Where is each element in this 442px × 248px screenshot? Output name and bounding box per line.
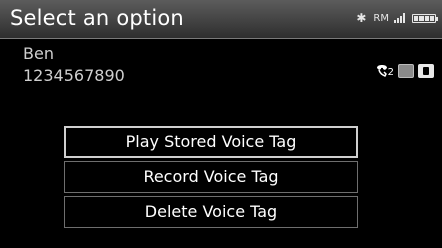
status-bar: ✱ RM bbox=[356, 11, 438, 25]
roaming-indicator: RM bbox=[373, 12, 389, 24]
play-voice-tag-button[interactable]: Play Stored Voice Tag bbox=[64, 126, 358, 158]
phone-line-number: 2 bbox=[387, 67, 394, 78]
record-voice-tag-button[interactable]: Record Voice Tag bbox=[64, 161, 358, 193]
battery-icon bbox=[412, 13, 438, 23]
title-bar: Select an option ✱ RM bbox=[0, 0, 442, 39]
contact-number: 1234567890 bbox=[23, 66, 125, 85]
bluetooth-icon: ✱ bbox=[356, 11, 367, 25]
signal-strength-icon bbox=[394, 13, 405, 23]
phone-handset-icon: 2 bbox=[375, 64, 394, 78]
phone-device-icon bbox=[418, 64, 434, 78]
page-title: Select an option bbox=[10, 6, 184, 30]
delete-voice-tag-button[interactable]: Delete Voice Tag bbox=[64, 196, 358, 228]
contact-name: Ben bbox=[23, 44, 54, 63]
phone-status-icons: 2 bbox=[375, 64, 434, 78]
hands-free-icon bbox=[398, 64, 414, 78]
